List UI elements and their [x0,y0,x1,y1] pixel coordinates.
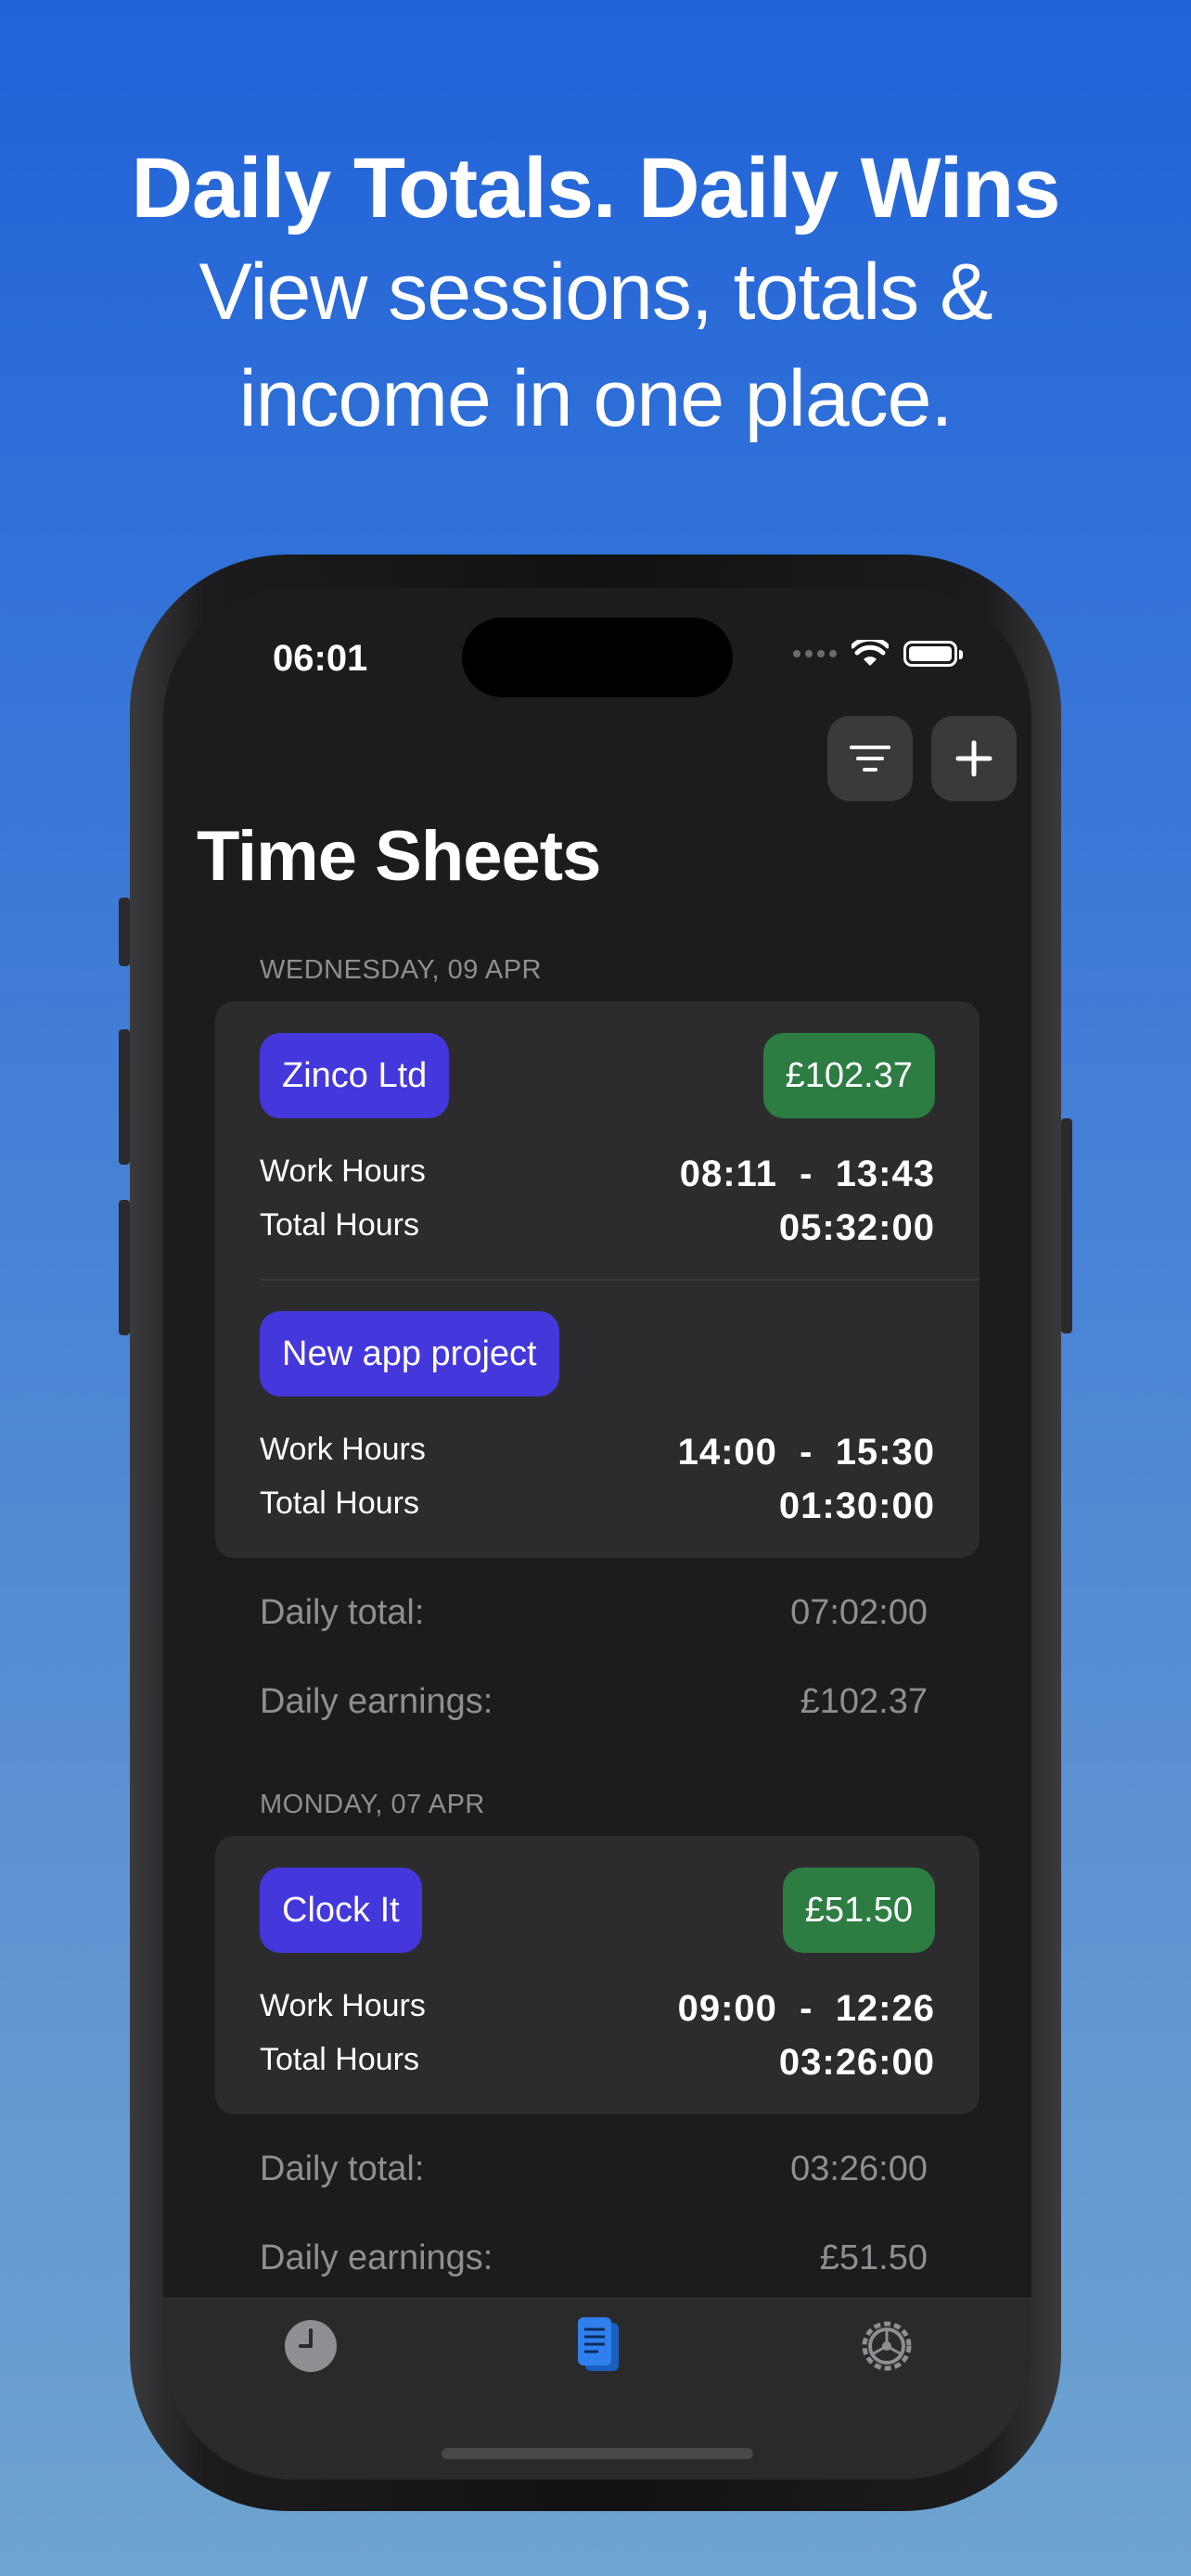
daily-total-label: Daily total: [260,2149,425,2188]
daily-earnings-row: Daily earnings: £102.37 [260,1682,928,1722]
phone-power-button [1061,1118,1072,1333]
project-chip[interactable]: Clock It [260,1868,422,1953]
filter-lines-icon [850,746,890,772]
settings-gear-icon [862,2321,912,2371]
headline-subtitle-line2: income in one place. [238,354,954,443]
home-indicator[interactable] [442,2448,753,2459]
project-chip[interactable]: Zinco Ltd [260,1033,450,1118]
add-button[interactable] [931,716,1017,801]
day-card: Clock It £51.50 Work Hours 09:00 - 12:26… [215,1836,980,2114]
phone-volume-up-button [119,1029,130,1165]
phone-screen: 06:01 Time Sheets WEDNESDAY, 09 APR Zinc… [163,588,1031,2480]
work-hours-label: Work Hours [260,1988,426,2023]
time-entry[interactable]: Clock It £51.50 Work Hours 09:00 - 12:26… [215,1836,980,2114]
total-hours-label: Total Hours [260,1486,419,1521]
total-hours-row: Total Hours 01:30:00 [260,1486,935,1527]
daily-total-row: Daily total: 07:02:00 [260,1593,928,1633]
work-hours-value: 09:00 - 12:26 [677,1988,935,2029]
status-time: 06:01 [273,638,368,679]
total-hours-label: Total Hours [260,2042,419,2077]
phone-action-button [119,898,130,966]
time-entry[interactable]: Zinco Ltd £102.37 Work Hours 08:11 - 13:… [215,1001,980,1280]
daily-total-value: 07:02:00 [790,1593,928,1632]
work-hours-value: 08:11 - 13:43 [679,1154,935,1194]
daily-earnings-value: £102.37 [800,1682,928,1721]
earnings-badge: £51.50 [782,1868,935,1953]
cellular-signal-icon [793,650,837,657]
daily-total-row: Daily total: 03:26:00 [260,2149,928,2189]
project-chip[interactable]: New app project [260,1311,559,1396]
tab-clock[interactable] [278,2314,343,2378]
work-hours-row: Work Hours 14:00 - 15:30 [260,1432,935,1473]
total-hours-value: 03:26:00 [778,2042,935,2083]
daily-earnings-value: £51.50 [819,2238,928,2277]
earnings-badge: £102.37 [762,1033,935,1118]
tab-timesheets[interactable] [565,2314,630,2378]
daily-total-label: Daily total: [260,1593,425,1632]
total-hours-row: Total Hours 03:26:00 [260,2042,935,2084]
work-hours-row: Work Hours 08:11 - 13:43 [260,1154,935,1195]
filter-button[interactable] [827,716,913,801]
headline-subtitle-line1: View sessions, totals & [198,248,993,337]
page-title: Time Sheets [197,817,601,896]
time-entry[interactable]: New app project Work Hours 14:00 - 15:30… [215,1280,980,1558]
day-header: MONDAY, 07 APR [260,1790,485,1819]
work-hours-value: 14:00 - 15:30 [677,1432,935,1473]
total-hours-label: Total Hours [260,1207,419,1243]
day-card: Zinco Ltd £102.37 Work Hours 08:11 - 13:… [215,1001,980,1558]
headline-title: Daily Totals. Daily Wins [131,141,1060,236]
plus-icon [955,740,992,777]
clock-icon [285,2320,337,2372]
total-hours-value: 05:32:00 [778,1207,935,1248]
work-hours-label: Work Hours [260,1432,426,1467]
daily-earnings-label: Daily earnings: [260,1682,493,1721]
tab-settings[interactable] [854,2314,919,2378]
work-hours-label: Work Hours [260,1154,426,1189]
phone-volume-down-button [119,1200,130,1335]
battery-icon [903,641,963,667]
marketing-headline: Daily Totals. Daily Wins View sessions, … [0,137,1191,453]
daily-total-value: 03:26:00 [790,2149,928,2188]
status-indicators [793,640,963,668]
dynamic-island [462,618,733,697]
work-hours-row: Work Hours 09:00 - 12:26 [260,1988,935,2030]
total-hours-value: 01:30:00 [778,1486,935,1526]
total-hours-row: Total Hours 05:32:00 [260,1207,935,1249]
document-icon [578,2317,619,2371]
wifi-icon [852,640,889,666]
daily-earnings-row: Daily earnings: £51.50 [260,2238,928,2278]
daily-earnings-label: Daily earnings: [260,2238,493,2277]
day-header: WEDNESDAY, 09 APR [260,955,542,985]
